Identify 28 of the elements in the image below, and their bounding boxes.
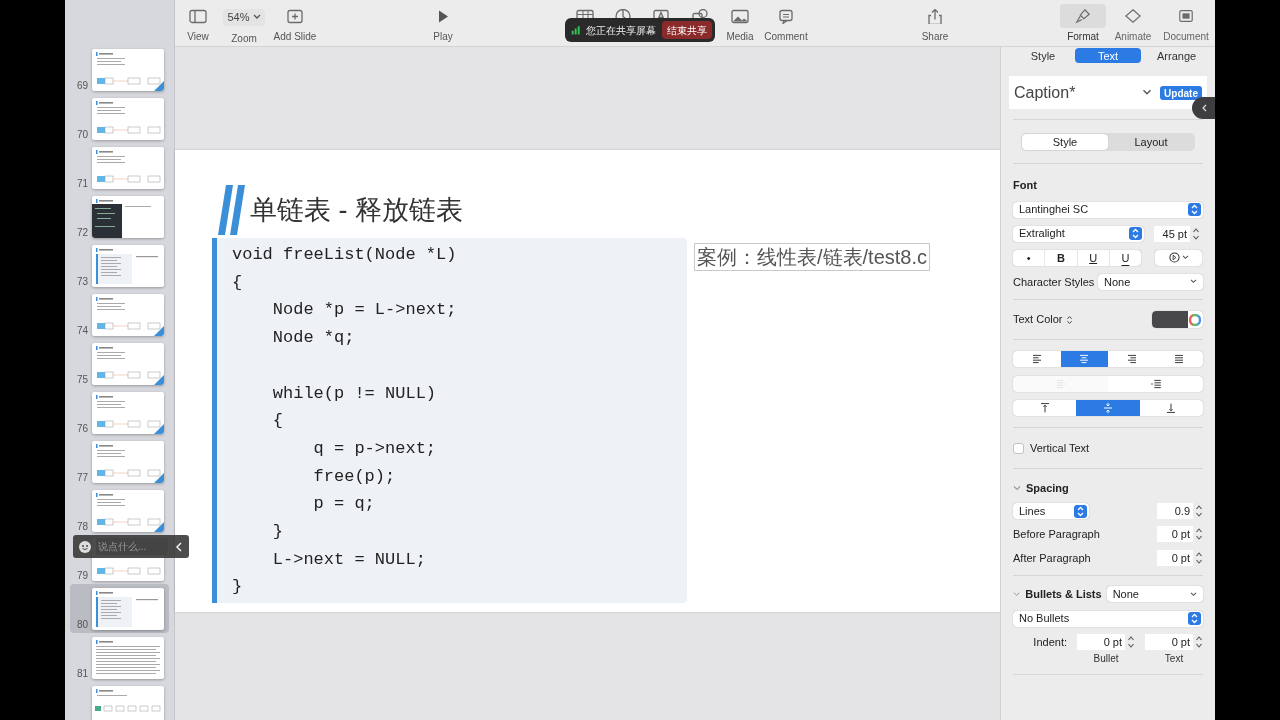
slide-number: 79 [76, 571, 88, 581]
code-block: void freeList(Node *L) { Node *p = L->next; Node *q; while(p != NULL) { q = p->next; free(p); p = q; } L->next = NULL; } [212, 238, 687, 603]
slide-number: 77 [76, 473, 88, 483]
field-label: Text Color [1013, 312, 1063, 328]
field-label: Before Paragraph [1013, 527, 1100, 542]
slide-number: 74 [76, 326, 88, 336]
slide-number: 81 [76, 669, 88, 679]
slide-number: 80 [76, 620, 88, 630]
slide-number: 72 [76, 228, 88, 238]
zoom-value: 54% [227, 10, 250, 25]
field-caption: Text [1163, 652, 1185, 666]
field-label: Character Styles [1013, 274, 1095, 290]
share-status-text: 您正在共享屏幕 [586, 23, 656, 38]
slide-title: 单链表 - 释放链表 [250, 193, 463, 227]
section-label: Font [1013, 178, 1037, 193]
field-label: After Paragraph [1013, 550, 1091, 566]
slide-number: 78 [76, 522, 88, 532]
field-label: Vertical Text [1030, 441, 1090, 456]
field-label: Indent: [1033, 634, 1067, 650]
slide-number: 75 [76, 375, 88, 385]
field-caption: Bullet [1092, 652, 1120, 666]
slide-number: 76 [76, 424, 88, 434]
slide-number: 71 [76, 179, 88, 189]
slide-number: 73 [76, 277, 88, 287]
slide-number: 69 [76, 81, 88, 91]
section-label: Spacing [1026, 480, 1069, 496]
section-label: Bullets & Lists [1025, 587, 1102, 602]
slide-number: 70 [76, 130, 88, 140]
